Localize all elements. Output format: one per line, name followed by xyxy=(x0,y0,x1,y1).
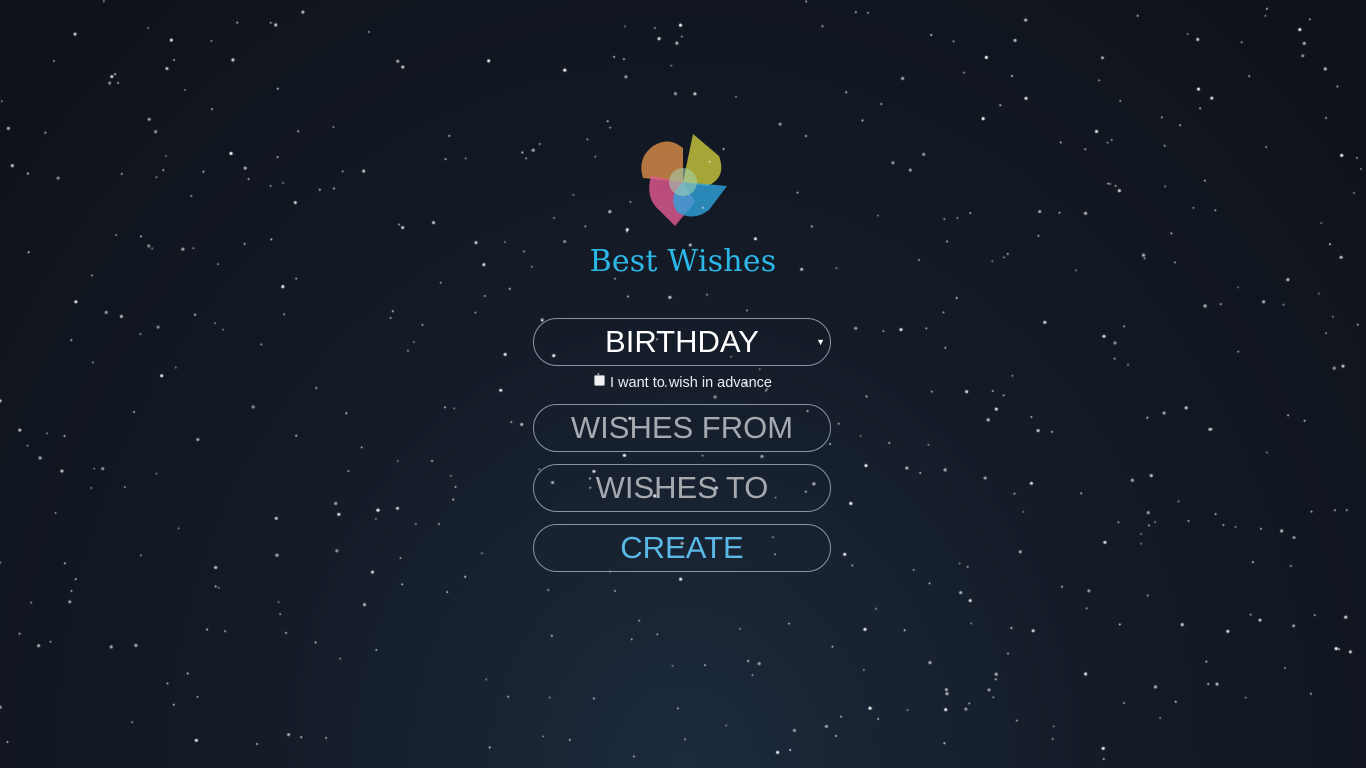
flower-petals-logo-icon xyxy=(641,134,727,226)
advance-wish-checkbox[interactable] xyxy=(593,375,605,386)
occasion-select[interactable]: BIRTHDAY ▼ xyxy=(533,318,831,366)
dropdown-caret-icon: ▼ xyxy=(816,337,825,347)
wishes-to-input[interactable] xyxy=(533,464,831,512)
brand-title: Best Wishes xyxy=(589,244,777,279)
occasion-selected-value: BIRTHDAY xyxy=(605,324,759,359)
advance-wish-label: I want to wish in advance xyxy=(609,375,772,391)
advance-wish-option[interactable]: I want to wish in advance xyxy=(0,375,1366,391)
create-button[interactable]: CREATE xyxy=(533,524,831,572)
wishes-from-input[interactable] xyxy=(533,404,831,452)
